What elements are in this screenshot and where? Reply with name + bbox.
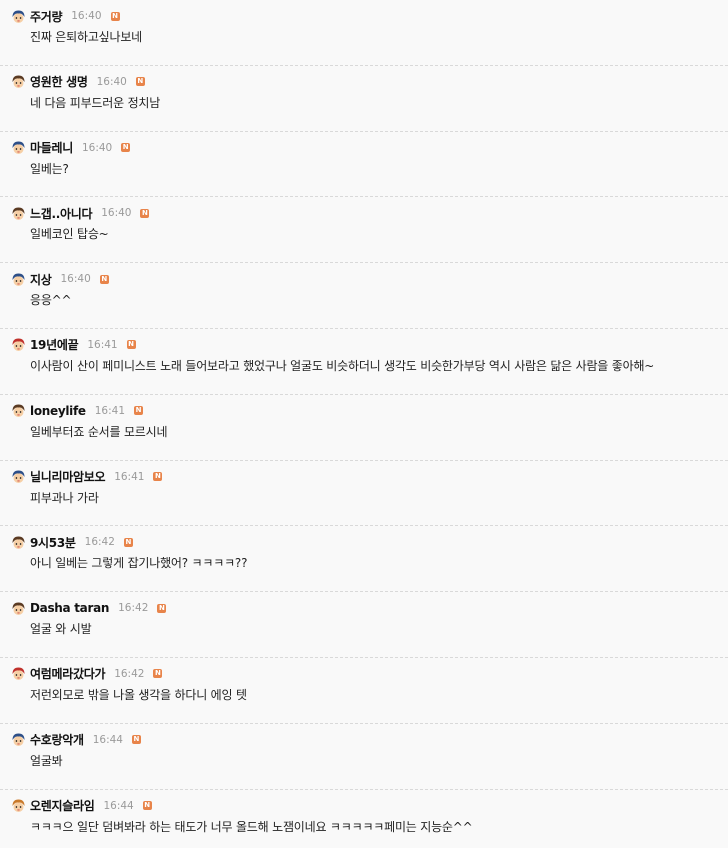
red-hat-face-avatar-icon[interactable]	[11, 666, 26, 681]
comment-text: 이사람이 산이 페미니스트 노래 들어보라고 했었구나 얼굴도 비슷하더니 생각…	[30, 358, 655, 373]
comment-meta: Dasha taran 16:42 N	[11, 599, 167, 617]
comment-nickname[interactable]: 9시53분	[30, 534, 76, 551]
comment-nickname[interactable]: 19년에끝	[30, 336, 79, 353]
comment-meta: 마들레니 16:40 N	[11, 139, 131, 157]
comment-meta: 닐니리마암보오 16:41 N	[11, 468, 163, 486]
new-badge-icon: N	[110, 11, 120, 21]
orange-hair-face-avatar-icon[interactable]	[11, 798, 26, 813]
comment-time: 16:41	[94, 404, 126, 417]
comment-time: 16:40	[81, 141, 113, 154]
comment-nickname[interactable]: 오렌지슬라임	[30, 797, 95, 814]
comment-time: 16:44	[103, 799, 134, 812]
comment-meta: 주거량 16:40 N	[11, 7, 120, 25]
comment-meta: loneylife 16:41 N	[11, 402, 144, 420]
brown-hair-face-avatar-icon[interactable]	[11, 74, 26, 89]
comment-time: 16:42	[118, 602, 149, 615]
comment-text: 저런외모로 밖을 나올 생각을 하다니 에잉 텟	[30, 687, 247, 702]
comment-time: 16:42	[114, 667, 145, 680]
comment-meta: 오렌지슬라임 16:44 N	[11, 797, 152, 815]
new-badge-icon: N	[123, 537, 133, 547]
comment-item: 19년에끝 16:41 N 이사람이 산이 페미니스트 노래 들어보라고 했었구나 얼…	[0, 329, 728, 395]
new-badge-icon: N	[140, 208, 150, 218]
comment-text: 얼굴 와 시발	[30, 622, 92, 637]
red-hat-face-avatar-icon[interactable]	[11, 337, 26, 352]
comment-time: 16:42	[84, 536, 115, 549]
comment-meta: 9시53분 16:42 N	[11, 533, 133, 551]
comment-item: 지상 16:40 N 응응^^	[0, 263, 728, 329]
comment-meta: 지상 16:40 N	[11, 270, 109, 288]
comment-text: 진짜 은퇴하고싶나보네	[30, 30, 143, 44]
comment-list: 주거량 16:40 N 진짜 은퇴하고싶나보네영원한 생명 16:40 N 네 다음 피부드…	[0, 0, 728, 848]
new-badge-icon: N	[157, 603, 167, 613]
brown-hair-face-avatar-icon[interactable]	[11, 535, 26, 550]
blue-hair-face-avatar-icon[interactable]	[11, 9, 26, 24]
comment-nickname[interactable]: loneylife	[30, 404, 86, 418]
comment-nickname[interactable]: Dasha taran	[30, 601, 109, 615]
comment-time: 16:41	[87, 338, 118, 351]
new-badge-icon: N	[131, 735, 141, 745]
brown-hair-face-avatar-icon[interactable]	[11, 206, 26, 221]
comment-meta: 19년에끝 16:41 N	[11, 336, 136, 354]
comment-meta: 느갭..아니다 16:40 N	[11, 204, 150, 222]
comment-nickname[interactable]: 지상	[30, 271, 52, 288]
comment-item: loneylife 16:41 N 일베부터죠 순서를 모르시네	[0, 395, 728, 461]
comment-item: 느갭..아니다 16:40 N 일베코인 탑승~	[0, 197, 728, 264]
new-badge-icon: N	[134, 406, 144, 416]
comment-nickname[interactable]: 수호랑악개	[30, 731, 84, 748]
comment-time: 16:44	[92, 733, 123, 746]
comment-item: 오렌지슬라임 16:44 N ㅋㅋㅋ으 일단 덤벼봐라 하는 태도가 너무 올드해 노…	[0, 790, 728, 848]
comment-time: 16:40	[96, 75, 127, 88]
comment-item: 주거량 16:40 N 진짜 은퇴하고싶나보네	[0, 0, 728, 66]
comment-text: 일베는?	[30, 161, 69, 176]
comment-item: 9시53분 16:42 N 아니 일베는 그렇게 잡기나했어? ㅋㅋㅋㅋ??	[0, 526, 728, 593]
comment-nickname[interactable]: 영원한 생명	[30, 73, 88, 90]
comment-text: 일베코인 탑승~	[30, 227, 109, 242]
brown-hair-face-avatar-icon[interactable]	[11, 601, 26, 616]
comment-nickname[interactable]: 마들레니	[30, 139, 73, 156]
comment-nickname[interactable]: 주거량	[30, 8, 63, 25]
comment-meta: 영원한 생명 16:40 N	[11, 73, 145, 91]
comment-item: 마들레니 16:40 N 일베는?	[0, 132, 728, 198]
comment-time: 16:40	[60, 273, 91, 286]
new-badge-icon: N	[121, 143, 131, 153]
new-badge-icon: N	[135, 77, 145, 87]
comment-item: Dasha taran 16:42 N 얼굴 와 시발	[0, 592, 728, 658]
comment-time: 16:40	[71, 10, 102, 22]
blue-hair-face-avatar-icon[interactable]	[11, 272, 26, 287]
comment-text: 얼굴봐	[30, 753, 63, 768]
comment-item: 닐니리마암보오 16:41 N 피부과나 가라	[0, 461, 728, 527]
comment-text: 네 다음 피부드러운 정치남	[30, 95, 161, 110]
comment-time: 16:40	[101, 207, 132, 220]
comment-text: 일베부터죠 순서를 모르시네	[30, 424, 168, 439]
comment-item: 여럼메라갔다가 16:42 N 저런외모로 밖을 나올 생각을 하다니 에잉 텟	[0, 658, 728, 724]
comment-time: 16:41	[114, 470, 145, 483]
new-badge-icon: N	[153, 669, 163, 679]
comment-meta: 여럼메라갔다가 16:42 N	[11, 665, 163, 683]
comment-meta: 수호랑악개 16:44 N	[11, 731, 141, 749]
comment-nickname[interactable]: 닐니리마암보오	[30, 468, 105, 485]
comment-text: 아니 일베는 그렇게 잡기나했어? ㅋㅋㅋㅋ??	[30, 556, 248, 571]
comment-item: 영원한 생명 16:40 N 네 다음 피부드러운 정치남	[0, 66, 728, 132]
comment-text: ㅋㅋㅋ으 일단 덤벼봐라 하는 태도가 너무 올드해 노잼이네요 ㅋㅋㅋㅋㅋ페미…	[30, 819, 473, 834]
comment-text: 피부과나 가라	[30, 490, 99, 505]
new-badge-icon: N	[99, 274, 109, 284]
new-badge-icon: N	[142, 801, 152, 811]
comment-nickname[interactable]: 여럼메라갔다가	[30, 665, 105, 682]
new-badge-icon: N	[126, 340, 136, 350]
blue-hair-face-avatar-icon[interactable]	[11, 732, 26, 747]
blue-hair-face-avatar-icon[interactable]	[11, 469, 26, 484]
new-badge-icon: N	[153, 472, 163, 482]
comment-item: 수호랑악개 16:44 N 얼굴봐	[0, 724, 728, 790]
comment-text: 응응^^	[30, 293, 72, 308]
comment-nickname[interactable]: 느갭..아니다	[30, 205, 93, 222]
brown-hair-face-avatar-icon[interactable]	[11, 403, 26, 418]
blue-hair-face-avatar-icon[interactable]	[11, 140, 26, 155]
